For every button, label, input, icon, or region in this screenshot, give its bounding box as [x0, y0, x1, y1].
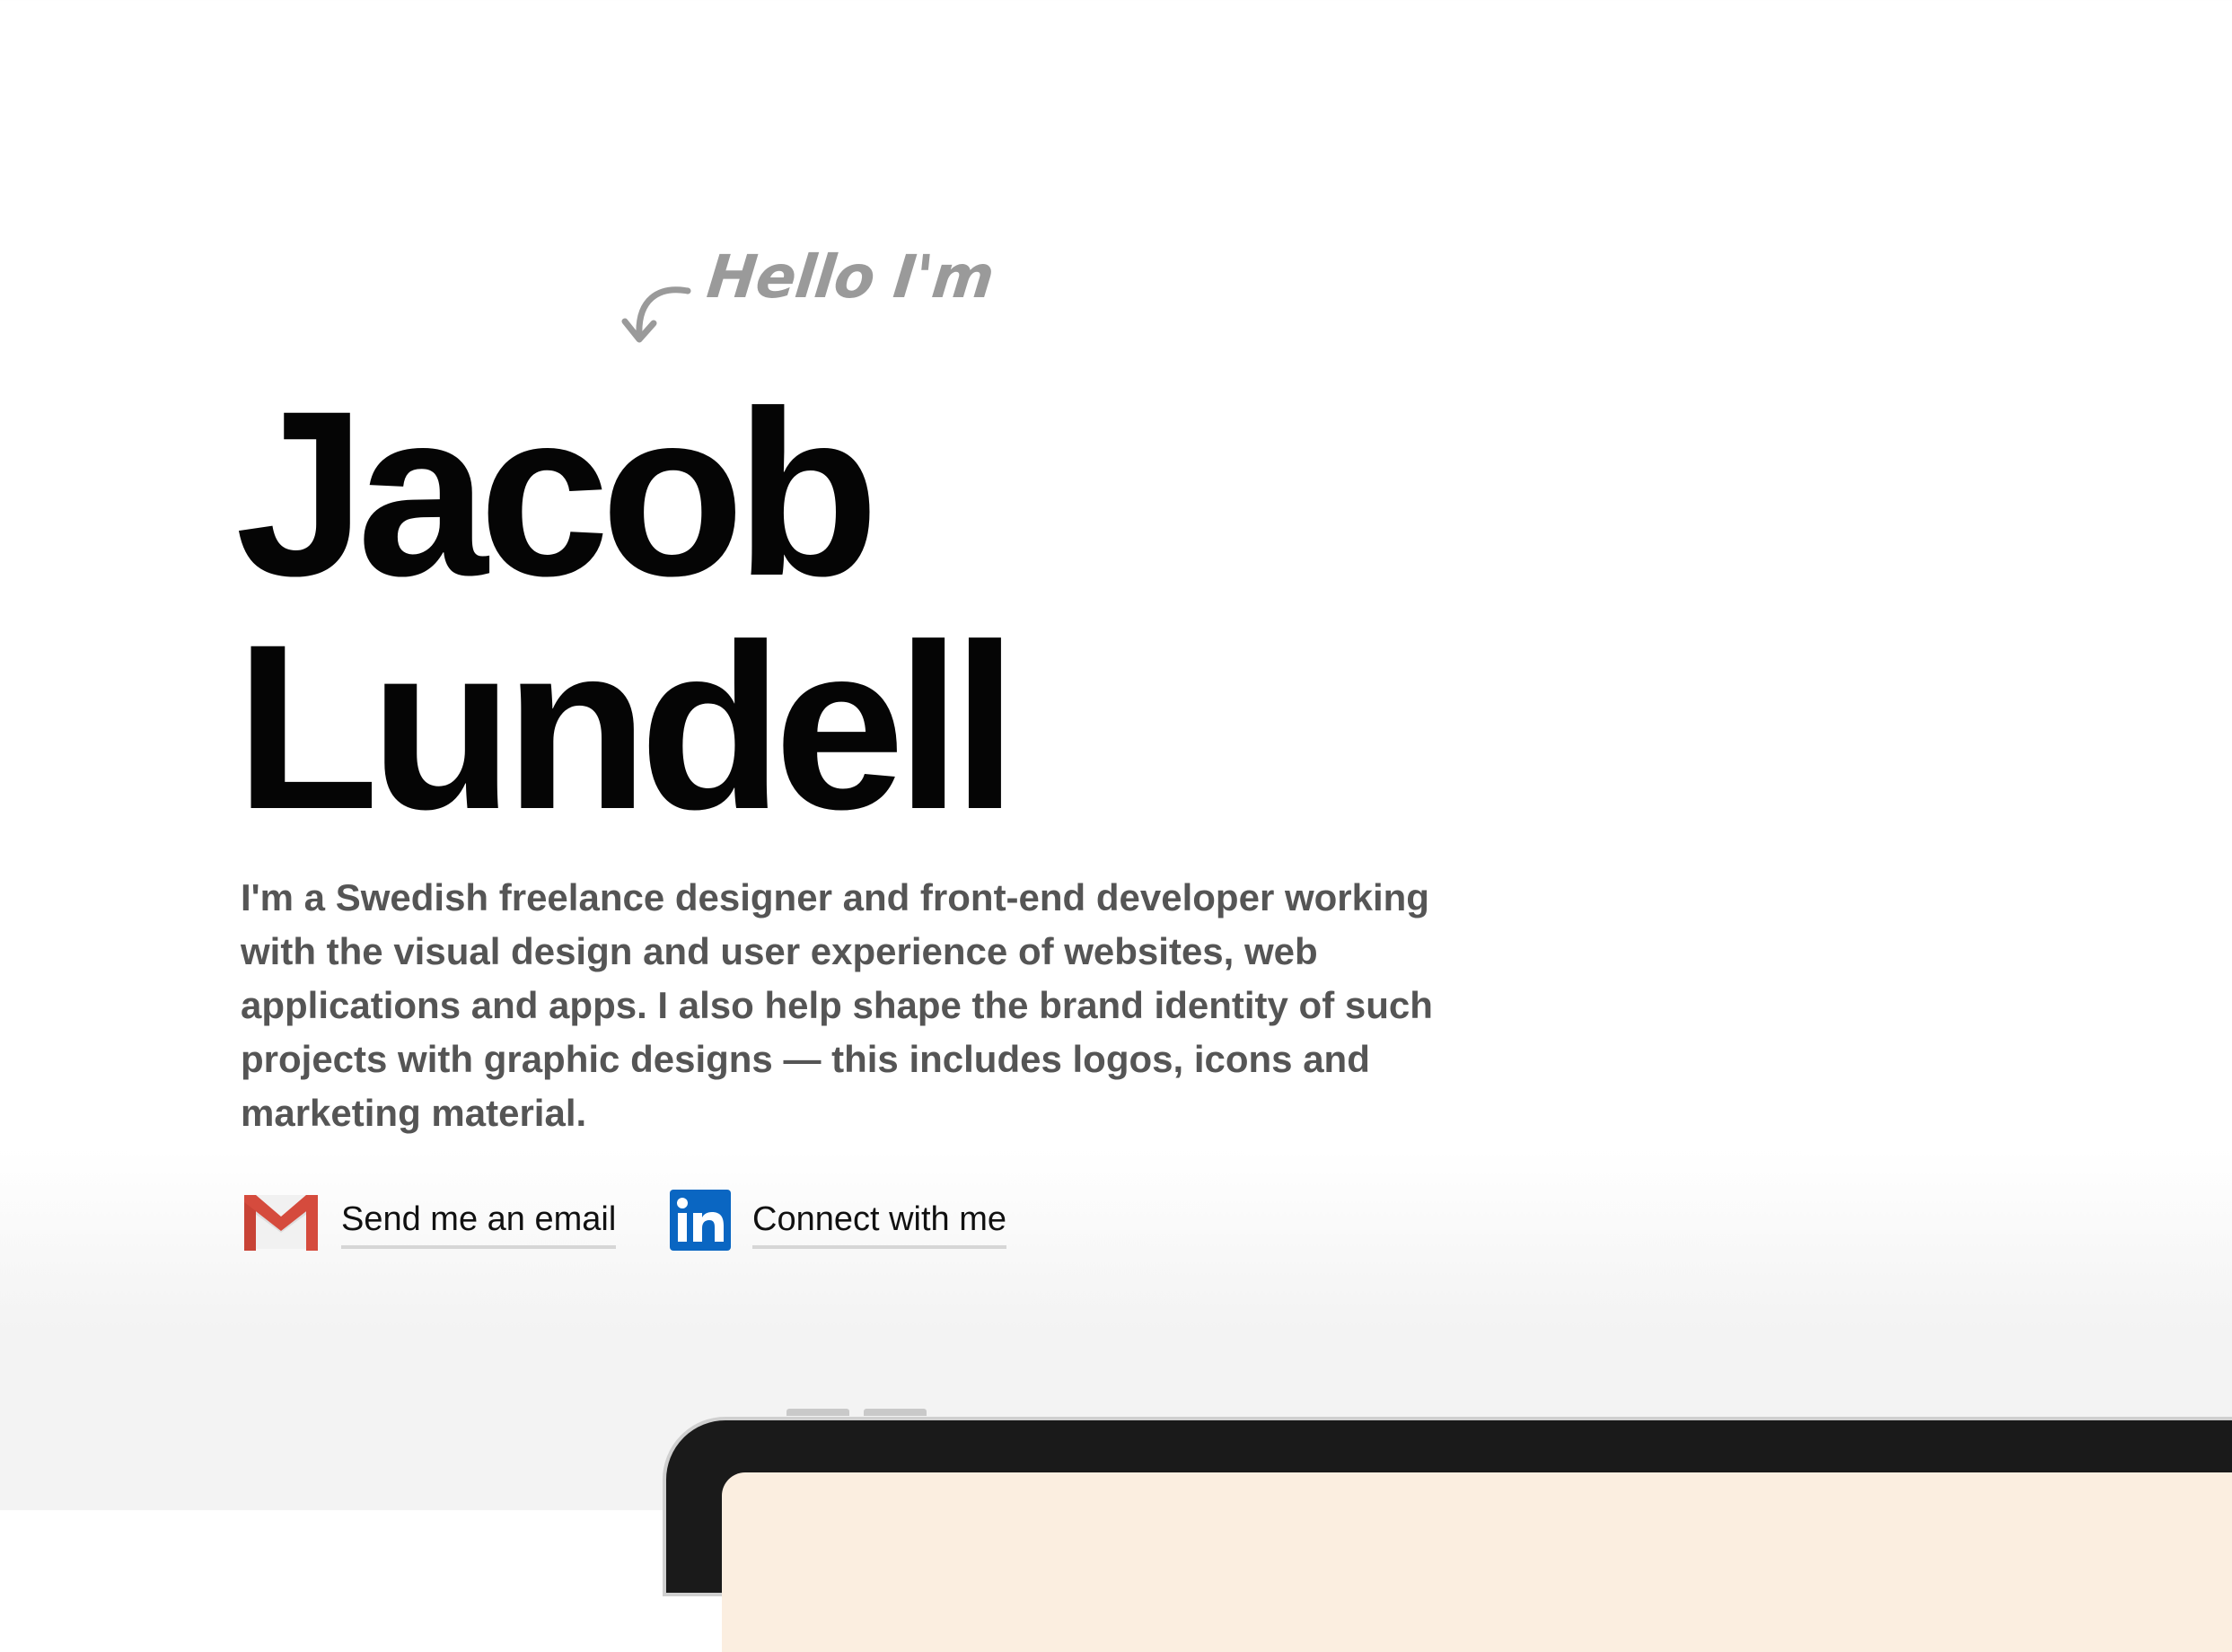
- page-title: Jacob Lundell: [235, 362, 1017, 858]
- email-link-label: Send me an email: [341, 1190, 617, 1249]
- greeting-text: Hello I'm: [703, 242, 997, 312]
- greeting: Hello I'm: [618, 242, 997, 359]
- device-mockup: [663, 1417, 2232, 1652]
- device-volume-button: [864, 1409, 927, 1416]
- linkedin-link-label: Connect with me: [752, 1190, 1007, 1249]
- device-volume-button: [786, 1409, 849, 1416]
- contact-links: Send me an email Connect with me: [241, 1190, 1318, 1261]
- device-screen: [722, 1472, 2232, 1652]
- last-name: Lundell: [235, 595, 1017, 858]
- curved-arrow-icon: [621, 286, 691, 343]
- email-link[interactable]: Send me an email: [241, 1190, 617, 1261]
- gmail-icon: [244, 1195, 318, 1251]
- first-name: Jacob: [235, 362, 879, 625]
- linkedin-link[interactable]: Connect with me: [670, 1190, 1007, 1261]
- linkedin-icon: [670, 1190, 731, 1251]
- bio-paragraph: I'm a Swedish freelance designer and fro…: [241, 876, 1433, 1134]
